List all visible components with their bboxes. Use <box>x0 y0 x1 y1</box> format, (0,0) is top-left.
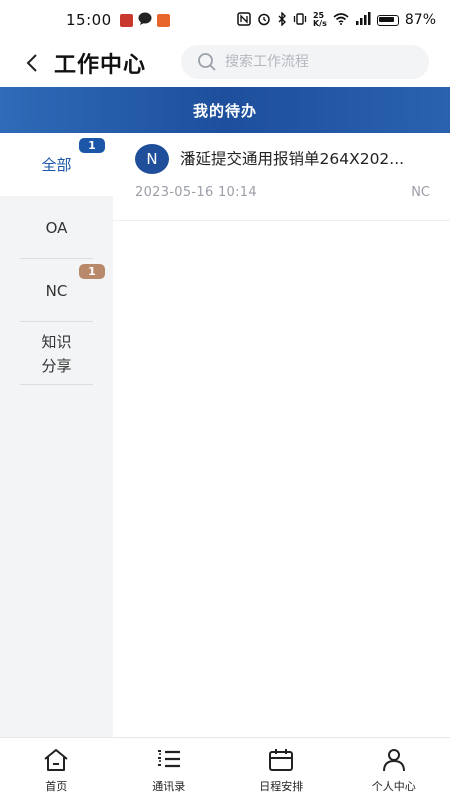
nfc-icon <box>237 11 251 29</box>
contacts-list-icon <box>155 747 183 773</box>
nav-profile[interactable]: 个人中心 <box>338 738 450 800</box>
todo-banner: 我的待办 <box>0 87 450 133</box>
task-list: N 潘延提交通用报销单264X202... 2023-05-16 10:14 N… <box>113 133 450 737</box>
person-icon <box>380 747 408 773</box>
chevron-left-icon <box>26 54 37 72</box>
status-app-icons <box>119 11 170 29</box>
nav-label: 通讯录 <box>152 780 186 793</box>
home-icon <box>42 747 70 773</box>
bottom-nav: 首页 通讯录 日程安排 个人中心 <box>0 737 450 800</box>
nav-home[interactable]: 首页 <box>0 738 113 800</box>
nav-label: 日程安排 <box>259 780 304 793</box>
sidebar-item-label: 知识 分享 <box>41 330 71 378</box>
status-time: 15:00 <box>66 11 112 29</box>
network-speed: 25 K/s <box>313 12 327 28</box>
bluetooth-icon <box>277 10 287 29</box>
header: 工作中心 <box>0 40 450 86</box>
sidebar-item-nc[interactable]: NC 1 <box>0 259 113 322</box>
page-title: 工作中心 <box>54 53 147 78</box>
alarm-icon <box>257 12 271 29</box>
back-button[interactable] <box>12 40 52 86</box>
status-indicators: 25 K/s 87% <box>237 10 436 29</box>
task-time: 2023-05-16 10:14 <box>135 185 257 200</box>
sidebar-item-label: OA <box>45 218 68 237</box>
nav-label: 个人中心 <box>371 780 416 793</box>
search-input[interactable] <box>225 54 415 70</box>
sidebar-item-label: 全部 <box>41 156 72 174</box>
nav-contacts[interactable]: 通讯录 <box>113 738 226 800</box>
search-box[interactable] <box>181 45 429 79</box>
speed-unit: K/s <box>312 19 327 28</box>
count-badge: 1 <box>79 138 105 153</box>
task-source: NC <box>411 185 430 200</box>
category-sidebar: 全部 1 OA NC 1 知识 分享 <box>0 133 113 737</box>
calendar-icon <box>267 747 295 773</box>
battery-percent: 87% <box>404 12 436 28</box>
sidebar-item-all[interactable]: 全部 1 <box>0 133 113 196</box>
sidebar-item-knowledge-share[interactable]: 知识 分享 <box>0 322 113 385</box>
app-notification-icon <box>119 13 133 27</box>
task-title: 潘延提交通用报销单264X202... <box>180 150 405 168</box>
vibrate-icon <box>293 12 307 29</box>
battery-icon <box>376 14 399 26</box>
divider <box>20 384 93 385</box>
status-bar: 15:00 25 K/s 87% <box>0 0 450 40</box>
nav-label: 首页 <box>45 780 68 793</box>
wifi-icon <box>333 12 349 28</box>
label-line-1: 知识 <box>41 332 72 351</box>
nav-schedule[interactable]: 日程安排 <box>225 738 338 800</box>
label-line-2: 分享 <box>41 356 72 375</box>
search-icon <box>198 53 216 71</box>
count-badge: 1 <box>79 264 105 279</box>
task-avatar: N <box>135 144 169 174</box>
task-item[interactable]: N 潘延提交通用报销单264X202... 2023-05-16 10:14 N… <box>113 133 450 221</box>
app-orange-icon <box>156 13 170 27</box>
banner-title: 我的待办 <box>192 101 257 120</box>
sidebar-item-oa[interactable]: OA <box>0 196 113 259</box>
signal-icon <box>355 12 371 28</box>
sidebar-item-label: NC <box>45 281 68 300</box>
chat-bubble-icon <box>138 11 152 29</box>
